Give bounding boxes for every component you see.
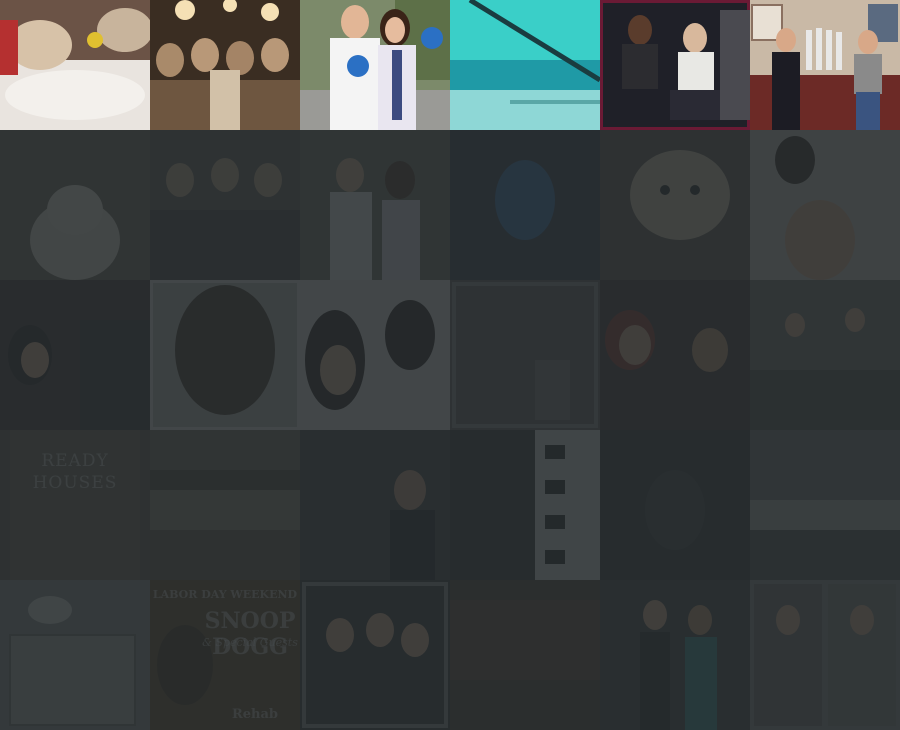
- photo-tile-dim-17[interactable]: [600, 430, 750, 580]
- dark-scene-photo: [600, 430, 750, 580]
- trophy-room-photo: [750, 0, 900, 130]
- collage-pair-photo: [750, 580, 900, 730]
- photo-tile-dim-07[interactable]: [0, 280, 150, 430]
- photo-tile-dim-16[interactable]: [450, 430, 600, 580]
- photo-tile-trophy[interactable]: [750, 0, 900, 130]
- couple-photo: [600, 280, 750, 430]
- photo-tile-dim-10[interactable]: [450, 280, 600, 430]
- theater-photo: [450, 580, 600, 730]
- photo-tile-dim-20[interactable]: LABOR DAY WEEKEND SNOOP DOGG & Special G…: [150, 580, 300, 730]
- studio-pair-photo: [600, 0, 750, 130]
- suit-portrait-photo: [300, 430, 450, 580]
- stage-crowd-photo: [150, 430, 300, 580]
- photo-tile-dim-05[interactable]: [600, 130, 750, 280]
- photo-tile-dim-06[interactable]: [750, 130, 900, 280]
- wookiee-costume-photo: [150, 280, 300, 430]
- interview-photo: [300, 0, 450, 130]
- photo-tile-dim-19[interactable]: [0, 580, 150, 730]
- photo-tile-dim-18[interactable]: [750, 430, 900, 580]
- party-crowd-photo: [300, 580, 450, 730]
- photo-tile-ocean[interactable]: [450, 0, 600, 130]
- photo-tile-dim-22[interactable]: [450, 580, 600, 730]
- fans-crowd-photo: [150, 0, 300, 130]
- photo-tile-dim-08[interactable]: [150, 280, 300, 430]
- photo-tile-pets[interactable]: [0, 0, 150, 130]
- couple-standing-photo: [600, 580, 750, 730]
- blue-night-photo: [450, 130, 600, 280]
- portrait-bangs-photo: [300, 280, 450, 430]
- photo-tile-dim-13[interactable]: READY HOUSES: [0, 430, 150, 580]
- selfie-photo: [750, 130, 900, 280]
- photo-tile-dim-21[interactable]: [300, 580, 450, 730]
- dog-photo: [0, 130, 150, 280]
- photo-tile-dim-15[interactable]: [300, 430, 450, 580]
- event-flyer-photo: [150, 580, 300, 730]
- table-setting-photo: [750, 430, 900, 580]
- outdoor-group-photo: [750, 280, 900, 430]
- framed-room-photo: [450, 280, 600, 430]
- pets-on-bed-photo: [0, 0, 150, 130]
- group-photo: [150, 130, 300, 280]
- photo-tile-dim-11[interactable]: [600, 280, 750, 430]
- press-wall-photo: [450, 430, 600, 580]
- snoopy-doghouse-photo: [0, 580, 150, 730]
- photo-tile-dim-14[interactable]: [150, 430, 300, 580]
- photo-tile-dim-12[interactable]: [750, 280, 900, 430]
- photo-tile-dim-03[interactable]: [300, 130, 450, 280]
- ocean-view-photo: [450, 0, 600, 130]
- photo-tile-dim-02[interactable]: [150, 130, 300, 280]
- photo-tile-dim-24[interactable]: [750, 580, 900, 730]
- puppy-photo: [600, 130, 750, 280]
- photo-tile-dim-23[interactable]: [600, 580, 750, 730]
- interview-dim-photo: [300, 130, 450, 280]
- photo-grid: READY HOUSES LABOR DAY WEEKEND SNOOP DOG…: [0, 0, 900, 730]
- book-cover-photo: [0, 430, 150, 580]
- photo-tile-interview[interactable]: [300, 0, 450, 130]
- photo-tile-dim-01[interactable]: [0, 130, 150, 280]
- photo-tile-fans[interactable]: [150, 0, 300, 130]
- photo-tile-dim-04[interactable]: [450, 130, 600, 280]
- photo-tile-studio[interactable]: [600, 0, 750, 130]
- photo-tile-dim-09[interactable]: [300, 280, 450, 430]
- friends-selfie-photo: [0, 280, 150, 430]
